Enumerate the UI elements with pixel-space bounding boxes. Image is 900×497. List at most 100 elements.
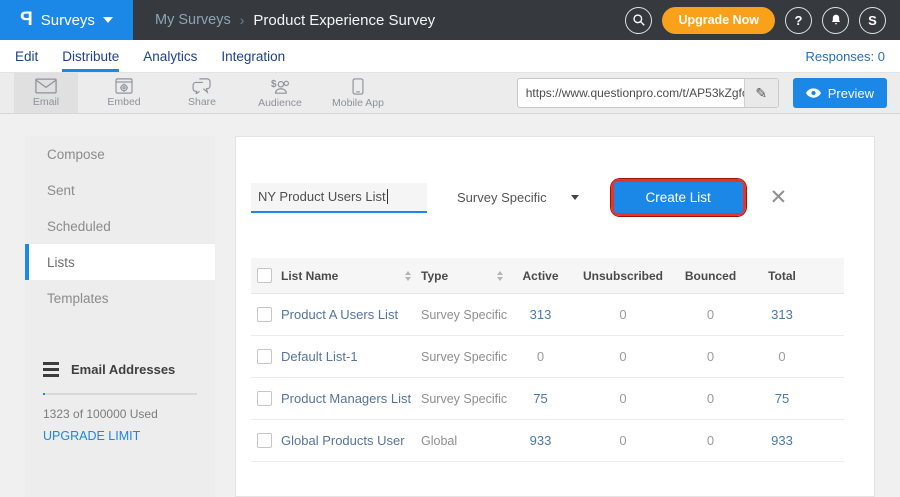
unsubscribed-count: 0 [568, 307, 678, 322]
channel-share[interactable]: Share [170, 73, 234, 113]
bounced-count: 0 [678, 307, 743, 322]
table-row: Product A Users List Survey Specific 313… [251, 294, 844, 336]
list-type-select[interactable]: Survey Specific [457, 190, 579, 205]
edit-url-button[interactable]: ✎ [744, 79, 778, 107]
pencil-icon: ✎ [755, 85, 767, 102]
eye-icon [806, 88, 821, 98]
row-checkbox[interactable] [257, 391, 272, 406]
active-count: 0 [513, 349, 568, 364]
list-name-link[interactable]: Default List-1 [281, 349, 421, 364]
bounced-count: 0 [678, 349, 743, 364]
active-count[interactable]: 75 [513, 391, 568, 406]
column-list-name: List Name [281, 269, 338, 283]
upgrade-now-button[interactable]: Upgrade Now [662, 7, 775, 34]
bounced-count: 0 [678, 433, 743, 448]
questionpro-logo: P [20, 9, 33, 31]
list-type: Survey Specific [421, 308, 513, 322]
channel-mobile-app[interactable]: Mobile App [326, 73, 390, 113]
usage-text: 1323 of 100000 Used [43, 407, 197, 421]
email-addresses-title: Email Addresses [71, 362, 175, 377]
channel-label: Mobile App [332, 97, 384, 109]
sort-icon[interactable] [497, 271, 503, 281]
search-button[interactable] [625, 7, 652, 34]
breadcrumb: My Surveys › Product Experience Survey [155, 12, 435, 29]
distribute-toolbar: Email Embed Share $ Audience Mobile App … [0, 73, 900, 114]
email-addresses-header: Email Addresses [43, 362, 197, 377]
surveys-product-menu[interactable]: P Surveys [0, 0, 133, 40]
row-checkbox[interactable] [257, 307, 272, 322]
tab-distribute[interactable]: Distribute [62, 40, 119, 72]
chevron-down-icon [103, 17, 113, 23]
table-row: Global Products User Global 933 0 0 933 [251, 420, 844, 462]
list-icon [43, 362, 59, 377]
row-checkbox[interactable] [257, 349, 272, 364]
create-list-button[interactable]: Create List [614, 182, 743, 213]
table-header-row: List Name Type Active Unsubscribed Bounc… [251, 258, 844, 294]
tab-integration[interactable]: Integration [221, 40, 285, 72]
list-name-link[interactable]: Global Products User [281, 433, 421, 448]
list-name-link[interactable]: Product A Users List [281, 307, 421, 322]
active-count[interactable]: 933 [513, 433, 568, 448]
survey-nav-tabs: Edit Distribute Analytics Integration Re… [0, 40, 900, 73]
sidebar-item-lists[interactable]: Lists [25, 244, 215, 280]
chevron-down-icon [571, 195, 579, 200]
total-count[interactable]: 313 [743, 307, 821, 322]
active-count[interactable]: 313 [513, 307, 568, 322]
list-name-link[interactable]: Product Managers List [281, 391, 421, 406]
channel-label: Audience [258, 97, 302, 109]
preview-button[interactable]: Preview [793, 78, 887, 108]
bell-icon [829, 13, 843, 27]
email-icon [35, 78, 57, 94]
notifications-button[interactable] [822, 7, 849, 34]
column-bounced: Bounced [678, 269, 743, 283]
list-type: Survey Specific [421, 392, 513, 406]
select-all-checkbox[interactable] [257, 268, 272, 283]
tab-edit[interactable]: Edit [15, 40, 38, 72]
list-name-value: NY Product Users List [258, 189, 386, 204]
channel-label: Share [188, 96, 216, 108]
column-unsubscribed: Unsubscribed [568, 269, 678, 283]
channel-audience[interactable]: $ Audience [248, 73, 312, 113]
channel-label: Embed [107, 96, 140, 108]
share-icon [192, 78, 212, 94]
responses-count[interactable]: Responses: 0 [806, 40, 886, 72]
embed-icon [115, 78, 133, 94]
breadcrumb-my-surveys[interactable]: My Surveys [155, 12, 231, 28]
sidebar-item-scheduled[interactable]: Scheduled [25, 208, 215, 244]
product-menu-label: Surveys [41, 12, 95, 29]
channel-embed[interactable]: Embed [92, 73, 156, 113]
avatar-initial: S [868, 13, 877, 28]
tab-analytics[interactable]: Analytics [143, 40, 197, 72]
audience-icon: $ [269, 78, 291, 95]
survey-url-input[interactable]: https://www.questionpro.com/t/AP53kZgfo [518, 86, 744, 100]
list-type-value: Survey Specific [457, 190, 547, 205]
page-title: Product Experience Survey [253, 12, 435, 29]
text-cursor [387, 189, 388, 204]
survey-url-field: https://www.questionpro.com/t/AP53kZgfo … [517, 78, 779, 108]
unsubscribed-count: 0 [568, 349, 678, 364]
row-checkbox[interactable] [257, 433, 272, 448]
total-count[interactable]: 75 [743, 391, 821, 406]
content-area: Compose Sent Scheduled Lists Templates E… [0, 114, 900, 497]
sidebar-item-compose[interactable]: Compose [25, 136, 215, 172]
search-icon [632, 13, 646, 27]
total-count: 0 [743, 349, 821, 364]
table-row: Product Managers List Survey Specific 75… [251, 378, 844, 420]
lists-table: List Name Type Active Unsubscribed Bounc… [251, 258, 844, 462]
help-button[interactable]: ? [785, 7, 812, 34]
sidebar-item-sent[interactable]: Sent [25, 172, 215, 208]
sort-icon[interactable] [405, 271, 411, 281]
upgrade-limit-link[interactable]: UPGRADE LIMIT [43, 429, 140, 443]
channel-label: Email [33, 96, 59, 108]
column-total: Total [743, 269, 821, 283]
sidebar-item-templates[interactable]: Templates [25, 280, 215, 316]
close-icon[interactable]: ✕ [770, 187, 788, 208]
questionpro-app: P Surveys My Surveys › Product Experienc… [0, 0, 900, 497]
total-count[interactable]: 933 [743, 433, 821, 448]
unsubscribed-count: 0 [568, 391, 678, 406]
list-name-input[interactable]: NY Product Users List [251, 183, 427, 213]
usage-progress-fill [43, 393, 45, 395]
channel-email[interactable]: Email [14, 73, 78, 113]
account-avatar[interactable]: S [859, 7, 886, 34]
question-mark-icon: ? [795, 13, 803, 28]
